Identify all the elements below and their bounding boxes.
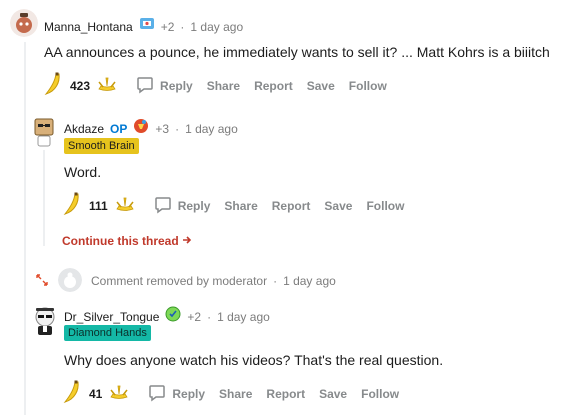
user-flair: Diamond Hands (64, 325, 151, 341)
save-button[interactable]: Save (324, 199, 352, 213)
vote-score: 41 (89, 387, 103, 401)
upvote-banana-icon[interactable] (61, 192, 83, 221)
reply-button[interactable]: Reply (148, 384, 205, 405)
comment-username[interactable]: Akdaze (64, 122, 104, 136)
follow-button[interactable]: Follow (361, 387, 399, 401)
avatar[interactable] (10, 9, 38, 37)
continue-thread-label: Continue this thread (62, 234, 179, 248)
thread-line-reply[interactable] (43, 150, 45, 246)
award-icon[interactable] (139, 17, 155, 36)
avatar (58, 268, 82, 292)
comment-body: AA announces a pounce, he immediately wa… (44, 44, 550, 60)
separator: · (175, 121, 180, 136)
report-button[interactable]: Report (266, 387, 305, 401)
award-count[interactable]: +2 (161, 20, 175, 34)
action-bar: 41 Reply Share Report Save Follow (61, 380, 413, 409)
report-button[interactable]: Report (272, 199, 311, 213)
thread-line-main[interactable] (24, 42, 26, 415)
timestamp[interactable]: 1 day ago (283, 274, 336, 288)
timestamp[interactable]: 1 day ago (217, 310, 270, 324)
reply-label: Reply (160, 79, 193, 93)
follow-button[interactable]: Follow (366, 199, 404, 213)
op-badge: OP (110, 121, 128, 136)
reply-button[interactable]: Reply (154, 196, 211, 217)
upvote-banana-icon[interactable] (42, 72, 64, 101)
avatar[interactable] (32, 306, 58, 336)
follow-button[interactable]: Follow (349, 79, 387, 93)
upvote-banana-icon[interactable] (61, 380, 83, 409)
comment-username[interactable]: Manna_Hontana (44, 20, 133, 34)
timestamp[interactable]: 1 day ago (185, 122, 238, 136)
share-button[interactable]: Share (207, 79, 240, 93)
report-button[interactable]: Report (254, 79, 293, 93)
downvote-banana-peel-icon[interactable] (114, 195, 136, 218)
share-button[interactable]: Share (224, 199, 257, 213)
continue-thread-link[interactable]: Continue this thread (62, 232, 192, 250)
arrow-right-icon (182, 232, 192, 250)
save-button[interactable]: Save (307, 79, 335, 93)
action-bar: 423 Reply Share Report Save Follow (42, 72, 401, 101)
save-button[interactable]: Save (319, 387, 347, 401)
reply-button[interactable]: Reply (136, 76, 193, 97)
comment-bubble-icon (154, 196, 178, 217)
reply-label: Reply (177, 199, 211, 213)
comment-bubble-icon (148, 384, 172, 405)
user-flair: Smooth Brain (64, 138, 139, 154)
removed-comment-text: Comment removed by moderator (91, 274, 268, 288)
downvote-banana-peel-icon[interactable] (96, 75, 118, 98)
comment-body: Word. (64, 164, 102, 180)
avatar[interactable] (30, 116, 58, 148)
reply-label: Reply (172, 387, 206, 401)
comment-bubble-icon (136, 76, 160, 97)
separator: · (207, 309, 212, 324)
downvote-banana-peel-icon[interactable] (108, 383, 130, 406)
expand-icon[interactable] (35, 273, 49, 287)
vote-score: 423 (70, 79, 91, 93)
award-count[interactable]: +2 (187, 310, 201, 324)
award-icon[interactable] (165, 306, 181, 327)
share-button[interactable]: Share (219, 387, 252, 401)
vote-score: 111 (89, 199, 108, 213)
timestamp[interactable]: 1 day ago (190, 20, 243, 34)
separator: · (273, 274, 278, 288)
comment-body: Why does anyone watch his videos? That's… (64, 352, 444, 368)
award-count[interactable]: +3 (155, 122, 169, 136)
award-icon[interactable] (133, 118, 149, 139)
separator: · (180, 19, 185, 34)
action-bar: 111 Reply Share Report Save Follow (61, 192, 418, 221)
comment-username[interactable]: Dr_Silver_Tongue (64, 310, 159, 324)
